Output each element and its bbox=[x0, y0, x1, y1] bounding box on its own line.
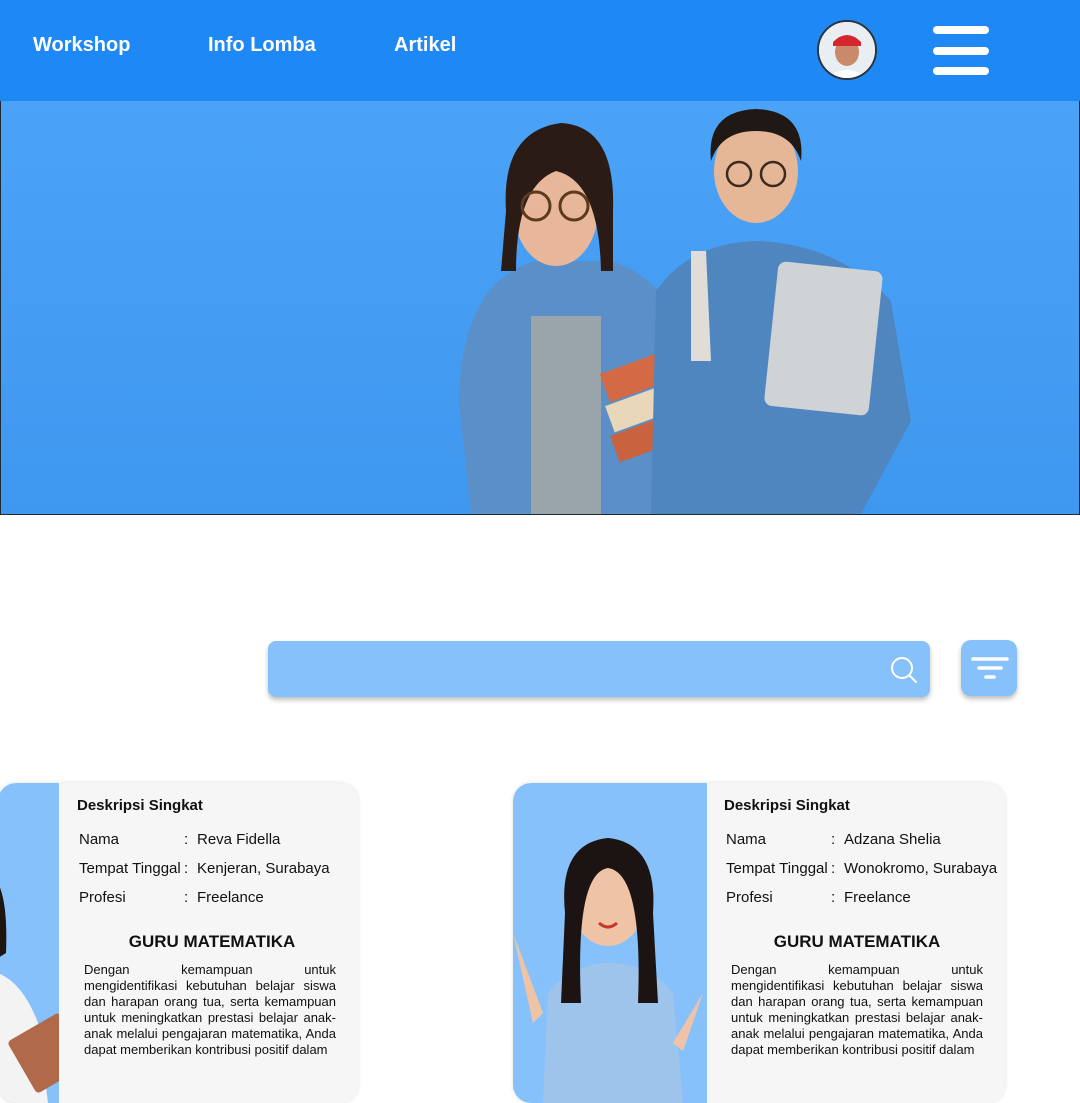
tutor-role: GURU MATEMATIKA bbox=[773, 932, 941, 951]
tutor-description: Dengan kemampuan untuk mengidentifikasi … bbox=[84, 962, 336, 1057]
field-label-nama: Nama bbox=[79, 831, 120, 848]
search-bar[interactable] bbox=[268, 641, 930, 699]
filter-icon bbox=[971, 657, 1009, 679]
field-value-nama: Adzana Shelia bbox=[844, 831, 941, 848]
field-value-nama: Reva Fidella bbox=[197, 831, 281, 848]
search-icon[interactable] bbox=[889, 655, 919, 685]
nav-link-workshop[interactable]: Workshop bbox=[33, 34, 130, 57]
tutor-card[interactable]: Deskripsi Singkat Nama : Adzana Shelia T… bbox=[513, 783, 1005, 1103]
field-value-profesi: Freelance bbox=[197, 889, 264, 906]
field-label-tempat-tinggal: Tempat Tinggal bbox=[726, 860, 828, 877]
field-label-profesi: Profesi bbox=[79, 889, 126, 906]
field-label-nama: Nama bbox=[726, 831, 767, 848]
field-colon: : bbox=[831, 831, 836, 848]
tutor-photo-illustration bbox=[0, 887, 88, 1103]
filter-button[interactable] bbox=[961, 640, 1017, 696]
field-colon: : bbox=[184, 860, 189, 877]
search-input[interactable] bbox=[284, 641, 888, 699]
field-value-tempat-tinggal: Wonokromo, Surabaya bbox=[844, 860, 998, 877]
tutor-photo-illustration bbox=[513, 838, 703, 1103]
card-heading: Deskripsi Singkat bbox=[77, 797, 203, 814]
field-colon: : bbox=[184, 831, 189, 848]
top-navbar: Workshop Info Lomba Artikel bbox=[0, 0, 1080, 101]
field-colon: : bbox=[184, 889, 189, 906]
hero-banner bbox=[0, 101, 1080, 515]
card-heading: Deskripsi Singkat bbox=[724, 797, 850, 814]
tutor-photo bbox=[0, 783, 88, 1103]
field-label-profesi: Profesi bbox=[726, 889, 773, 906]
nav-link-artikel[interactable]: Artikel bbox=[394, 34, 456, 57]
students-illustration bbox=[459, 109, 911, 514]
tutor-description: Dengan kemampuan untuk mengidentifikasi … bbox=[731, 962, 983, 1057]
nav-link-info-lomba[interactable]: Info Lomba bbox=[208, 34, 316, 57]
tutor-role: GURU MATEMATIKA bbox=[128, 932, 296, 951]
user-avatar[interactable] bbox=[817, 20, 877, 80]
field-value-profesi: Freelance bbox=[844, 889, 911, 906]
field-colon: : bbox=[831, 889, 836, 906]
hamburger-menu-icon[interactable] bbox=[933, 24, 991, 78]
avatar-icon bbox=[819, 22, 875, 78]
field-value-tempat-tinggal: Kenjeran, Surabaya bbox=[197, 860, 330, 877]
field-label-tempat-tinggal: Tempat Tinggal bbox=[79, 860, 181, 877]
tutor-photo bbox=[513, 783, 707, 1103]
field-colon: : bbox=[831, 860, 836, 877]
tutor-card[interactable]: Deskripsi Singkat Nama : Reva Fidella Te… bbox=[0, 783, 358, 1103]
